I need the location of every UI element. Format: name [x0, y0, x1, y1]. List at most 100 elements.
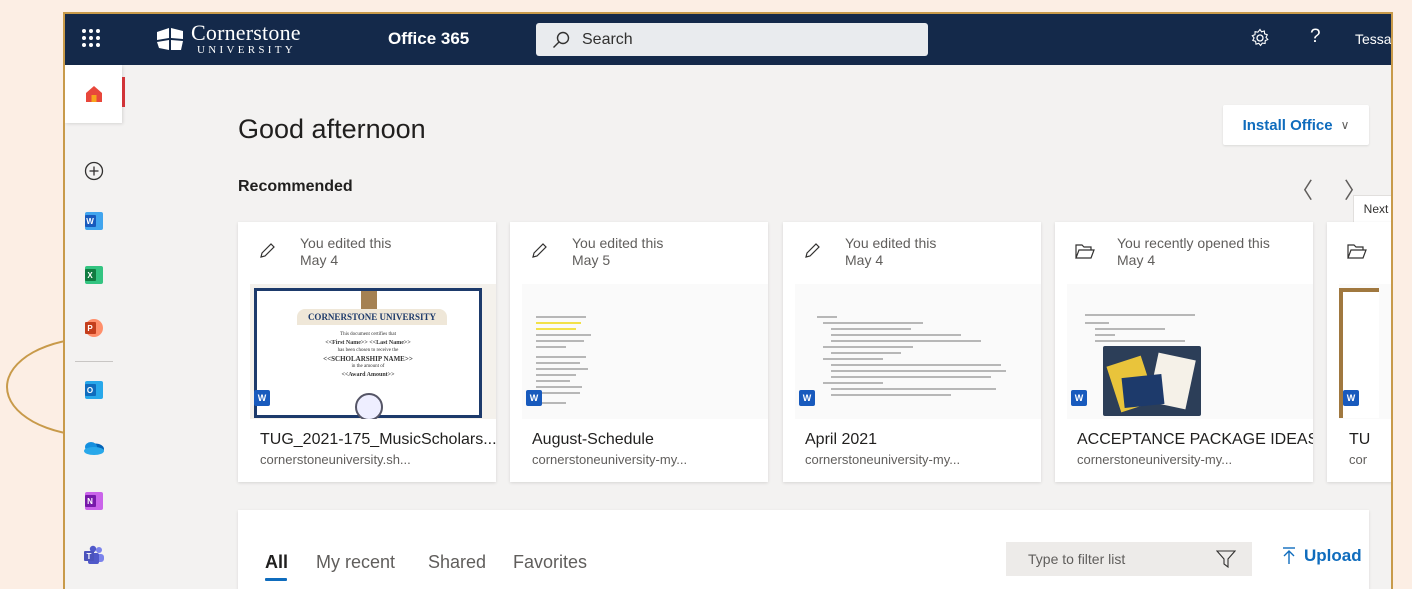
tab-favorites[interactable]: Favorites	[513, 552, 587, 573]
rail-word[interactable]: W	[65, 201, 122, 241]
tab-my-recent[interactable]: My recent	[316, 552, 395, 573]
help-icon[interactable]: ?	[1310, 26, 1321, 48]
card-activity: You edited this	[300, 235, 392, 251]
svg-text:T: T	[86, 552, 91, 561]
card-file-name: TUG_2021-175_MusicScholars...	[260, 431, 496, 448]
document-thumbnail: CORNERSTONE UNIVERSITY This document cer…	[250, 284, 496, 419]
previous-arrow-icon[interactable]: 〈	[1291, 173, 1313, 205]
certificate-line: in the amount of	[351, 364, 385, 369]
logo-name: Cornerstone	[191, 20, 301, 45]
recommended-heading: Recommended	[238, 178, 353, 195]
card-date: May 4	[1117, 252, 1156, 268]
folder-open-icon	[1075, 242, 1095, 265]
card-file-name: ACCEPTANCE PACKAGE IDEAS	[1077, 431, 1313, 448]
onenote-icon: N	[84, 492, 103, 510]
install-office-label: Install Office	[1242, 116, 1333, 134]
card-file-location: cornerstoneuniversity-my...	[1077, 452, 1233, 467]
certificate-seal-icon	[355, 393, 383, 419]
greeting-heading: Good afternoon	[238, 114, 426, 144]
schedule-text-preview	[536, 312, 616, 408]
plus-circle-icon	[84, 161, 103, 181]
recommended-card[interactable]: W TU cor	[1327, 222, 1391, 482]
tab-active-indicator	[265, 578, 287, 581]
rail-powerpoint[interactable]: P	[65, 308, 122, 348]
app-rail: W X P O N T	[65, 65, 125, 589]
upload-label: Upload	[1304, 546, 1362, 565]
file-list-panel: All My recent Shared Favorites Type to f…	[238, 510, 1369, 589]
card-file-location: cornerstoneuniversity-my...	[805, 452, 961, 467]
upload-icon	[1283, 547, 1295, 564]
card-date: May 4	[845, 252, 884, 268]
document-thumbnail: W	[1339, 284, 1391, 419]
rail-onedrive[interactable]	[65, 428, 122, 468]
recommended-card[interactable]: You recently opened this May 4 W ACCEPTA…	[1055, 222, 1313, 482]
card-file-name: TU	[1349, 431, 1371, 448]
search-icon	[553, 31, 570, 48]
package-photo	[1103, 346, 1201, 416]
folder-open-icon	[1347, 242, 1367, 265]
rail-home[interactable]	[65, 65, 125, 123]
recommended-card[interactable]: You edited this May 4 W April 2021 corne…	[783, 222, 1041, 482]
recommended-card[interactable]: You edited this May 5 W August-Schedule …	[510, 222, 768, 482]
word-icon: W	[84, 212, 103, 230]
upload-button[interactable]: Upload	[1282, 546, 1362, 566]
powerpoint-tile: P	[84, 322, 96, 334]
next-tooltip: Next	[1353, 195, 1391, 223]
tab-all[interactable]: All	[265, 552, 288, 573]
logo-subtitle: UNIVERSITY	[197, 44, 296, 56]
word-icon: W	[1071, 390, 1087, 406]
certificate-preview: CORNERSTONE UNIVERSITY This document cer…	[254, 288, 482, 419]
card-activity: You recently opened this	[1117, 235, 1270, 251]
certificate-line: has been chosen to receive the	[337, 348, 399, 353]
card-file-location: cornerstoneuniversity.sh...	[260, 452, 411, 467]
teams-icon: T	[83, 545, 104, 564]
word-icon: W	[526, 390, 542, 406]
pencil-icon	[258, 242, 276, 265]
certificate-line: <<Award Amount>>	[341, 372, 395, 378]
card-file-name: August-Schedule	[532, 431, 654, 448]
tab-shared[interactable]: Shared	[428, 552, 486, 573]
search-placeholder: Search	[582, 30, 633, 48]
search-input[interactable]: Search	[536, 23, 928, 56]
filter-input[interactable]: Type to filter list	[1006, 542, 1252, 576]
recommended-card[interactable]: You edited this May 4 CORNERSTONE UNIVER…	[238, 222, 496, 482]
card-date: May 5	[572, 252, 611, 268]
filter-icon[interactable]	[1216, 550, 1236, 568]
certificate-line: <<SCHOLARSHIP NAME>>	[323, 355, 413, 363]
rail-teams[interactable]: T	[65, 535, 122, 575]
top-bar: Cornerstone UNIVERSITY Office 365 Search…	[65, 14, 1391, 65]
pencil-icon	[530, 242, 548, 265]
certificate-line: This document certifies that	[340, 332, 396, 337]
excel-icon: X	[84, 266, 103, 284]
excel-tile: X	[84, 269, 96, 281]
word-icon: W	[799, 390, 815, 406]
chevron-down-icon: ∨	[1340, 118, 1350, 132]
app-title[interactable]: Office 365	[388, 29, 469, 49]
outlook-icon: O	[84, 381, 103, 399]
word-tile: W	[84, 215, 96, 227]
onenote-tile: N	[84, 495, 96, 507]
app-launcher-icon[interactable]	[82, 29, 100, 47]
document-thumbnail: W	[522, 284, 768, 419]
word-icon: W	[1343, 390, 1359, 406]
rail-divider	[75, 361, 113, 362]
package-text-preview	[1085, 310, 1285, 346]
university-logo[interactable]: Cornerstone UNIVERSITY	[155, 22, 301, 56]
certificate-seal-ribbon	[361, 291, 377, 309]
word-icon: W	[254, 390, 270, 406]
install-office-button[interactable]: Install Office ∨	[1223, 105, 1369, 145]
user-name[interactable]: Tessa Co	[1355, 31, 1391, 47]
rail-excel[interactable]: X	[65, 255, 122, 295]
card-file-location: cor	[1349, 452, 1368, 467]
rail-outlook[interactable]: O	[65, 370, 122, 410]
onedrive-icon	[83, 442, 104, 455]
document-thumbnail: W	[1067, 284, 1313, 419]
rail-create[interactable]	[65, 151, 122, 191]
powerpoint-icon: P	[84, 319, 103, 337]
rail-onenote[interactable]: N	[65, 481, 122, 521]
home-icon	[85, 86, 102, 102]
settings-gear-icon[interactable]	[1250, 28, 1270, 53]
cornerstone-logo-icon	[155, 26, 185, 52]
filter-placeholder: Type to filter list	[1028, 551, 1126, 567]
certificate-line: <<First Name>> <<Last Name>>	[325, 340, 411, 346]
